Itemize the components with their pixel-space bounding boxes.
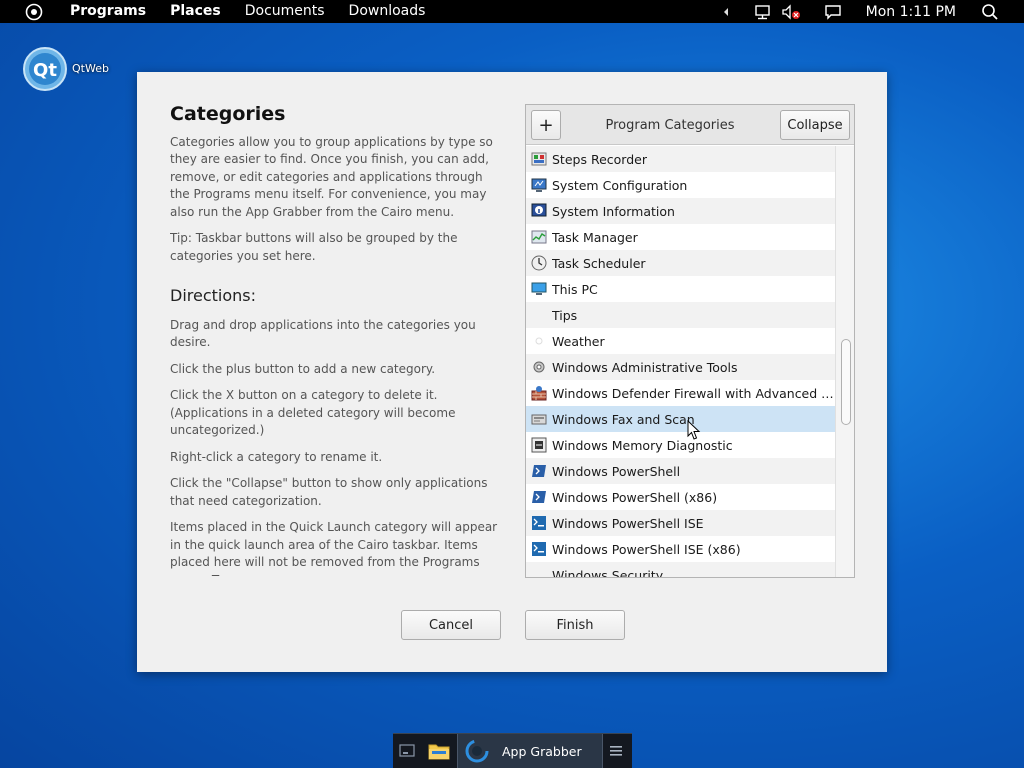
list-item[interactable]: System Information [526,198,836,224]
list-item[interactable]: System Configuration [526,172,836,198]
powershell-icon [531,463,547,479]
finish-button[interactable]: Finish [525,610,625,640]
task-manager-icon [531,229,547,245]
list-scrollbar[interactable] [835,146,854,577]
list-item[interactable]: Windows Memory Diagnostic [526,432,836,458]
taskbar: App Grabber [393,733,632,768]
list-item-label: Windows Security [552,567,664,578]
fax-scan-icon [531,411,547,427]
firewall-icon [531,385,547,401]
system-tray: Mon 1:11 PM [716,0,1024,23]
app-grabber-dialog: Categories Categories allow you to group… [137,72,887,672]
steps-recorder-icon [531,151,547,167]
svg-text:Qt: Qt [33,60,57,81]
menu-downloads[interactable]: Downloads [337,0,438,23]
desktop-shortcut-label: QtWeb [72,62,109,75]
scrollbar-thumb[interactable] [841,339,851,425]
list-item-label: Windows Administrative Tools [552,359,738,375]
list-item[interactable]: Windows Fax and Scan [526,406,836,432]
list-item[interactable]: Windows Defender Firewall with Advanced … [526,380,836,406]
list-item-label: Tips [552,307,578,323]
powershell-ise-icon [531,515,547,531]
list-item[interactable]: Windows PowerShell (x86) [526,484,836,510]
list-item-label: System Configuration [552,177,688,193]
cairo-menu-icon[interactable] [24,2,44,22]
blank-icon [531,567,547,577]
categories-title: Program Categories [605,117,735,133]
desktop-icon[interactable] [393,735,421,768]
powershell-ise-icon [531,541,547,557]
list-item[interactable]: Windows PowerShell ISE (x86) [526,536,836,562]
list-item[interactable]: Task Scheduler [526,250,836,276]
search-icon[interactable] [978,0,1002,23]
list-item-label: Windows Defender Firewall with Advanced … [552,385,836,401]
menu-programs[interactable]: Programs [58,0,158,23]
program-list[interactable]: Steps Recorder System Configuration System… [526,146,836,578]
desktop-shortcut-qtweb[interactable]: Qt QtWeb [22,46,109,92]
tip-text: Tip: Taskbar buttons will also be groupe… [170,231,458,263]
list-item-label: This PC [552,281,598,297]
list-item-label: Windows Fax and Scan [552,411,695,427]
list-item[interactable]: This PC [526,276,836,302]
list-item[interactable]: Steps Recorder [526,146,836,172]
app-grabber-icon [465,739,489,763]
taskbar-app-grabber[interactable]: App Grabber [457,733,603,768]
list-item-label: System Information [552,203,675,219]
file-explorer-icon[interactable] [421,735,457,768]
list-item-label: Weather [552,333,605,349]
program-categories-panel: + Program Categories Collapse Steps Reco… [525,104,855,578]
tray-expand-icon[interactable] [716,0,736,23]
list-item[interactable]: Windows Security [526,562,836,578]
list-item-label: Windows PowerShell ISE (x86) [552,541,741,557]
menu-places[interactable]: Places [158,0,233,23]
list-item-label: Windows PowerShell ISE [552,515,704,531]
list-item[interactable]: Task Manager [526,224,836,250]
direction-item: Right-click a category to rename it. [170,449,383,464]
direction-item: Click the X button on a category to dele… [170,388,456,437]
add-category-button[interactable]: + [531,110,561,140]
administrative-tools-icon [531,359,547,375]
directions-heading: Directions: [170,286,257,305]
taskbar-menu-icon[interactable] [603,735,629,768]
list-item[interactable]: Windows PowerShell [526,458,836,484]
memory-diagnostic-icon [531,437,547,453]
clock[interactable]: Mon 1:11 PM [866,4,956,20]
taskbar-app-label: App Grabber [502,743,582,759]
list-item[interactable]: Windows Administrative Tools [526,354,836,380]
mouse-cursor-icon [687,420,701,440]
direction-item: Click the "Collapse" button to show only… [170,476,488,508]
list-item[interactable]: Windows PowerShell ISE [526,510,836,536]
task-scheduler-icon [531,255,547,271]
this-pc-icon [531,281,547,297]
direction-item: Click the plus button to add a new categ… [170,361,436,376]
list-item-label: Windows PowerShell (x86) [552,489,718,505]
blank-icon [531,307,547,323]
list-item-label: Windows Memory Diagnostic [552,437,733,453]
menu-documents[interactable]: Documents [233,0,337,23]
instructions-pane: Categories Categories allow you to group… [170,106,505,576]
weather-icon [531,333,547,349]
list-item[interactable]: Weather [526,328,836,354]
collapse-button[interactable]: Collapse [780,110,850,140]
list-item[interactable]: Tips [526,302,836,328]
page-title: Categories [170,106,286,125]
system-configuration-icon [531,177,547,193]
list-item-label: Steps Recorder [552,151,647,167]
powershell-icon [531,489,547,505]
action-center-icon[interactable] [818,0,848,23]
list-item-label: Task Scheduler [552,255,646,271]
categories-header: + Program Categories Collapse [526,105,854,145]
list-item-label: Windows PowerShell [552,463,681,479]
volume-muted-icon[interactable] [778,0,804,23]
qtweb-icon: Qt [23,47,67,91]
cancel-button[interactable]: Cancel [401,610,501,640]
intro-text: Categories allow you to group applicatio… [170,134,493,219]
system-information-icon [531,203,547,219]
menu-bar: Programs Places Documents Downloads Mon … [0,0,1024,23]
direction-item: Drag and drop applications into the cate… [170,317,476,350]
list-item-label: Task Manager [552,229,638,245]
direction-item: Items placed in the Quick Launch categor… [170,520,498,576]
network-icon[interactable] [748,0,778,23]
